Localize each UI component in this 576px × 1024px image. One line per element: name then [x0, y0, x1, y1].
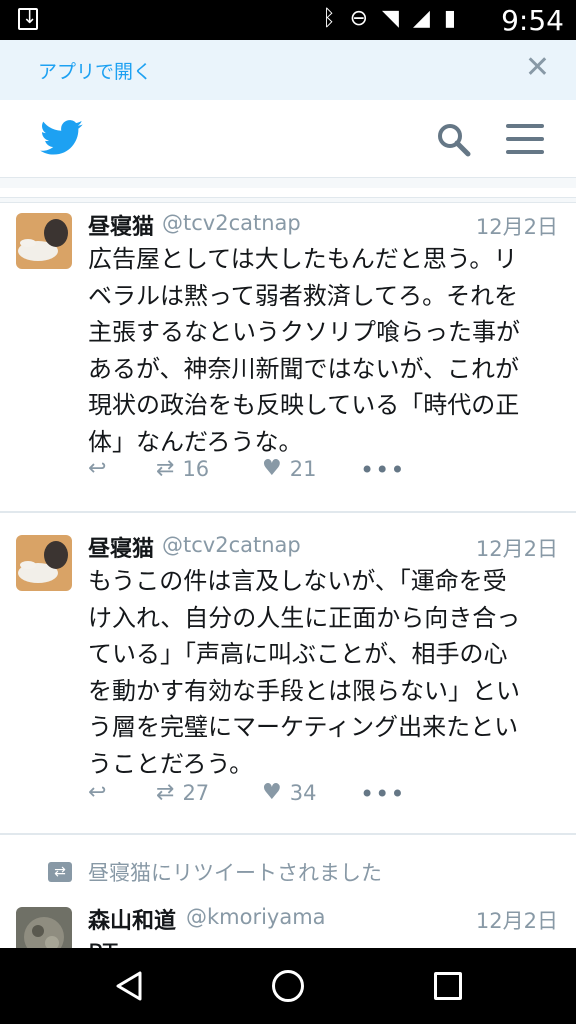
tweet-date[interactable]: 12月2日: [476, 905, 558, 935]
reply-icon: ↩: [88, 456, 107, 481]
tweet-card[interactable]: 昼寝猫 @tcv2catnap 12月2日 もうこの件は言及しないが、「運命を受…: [0, 512, 576, 834]
more-options-icon[interactable]: •••: [360, 456, 405, 484]
reply-button[interactable]: ↩: [88, 456, 114, 481]
tweet-text: もうこの件は言及しないが、「運命を受 け入れ、自分の人生に正面から向き合っ てい…: [88, 563, 558, 782]
retweet-count: 16: [182, 456, 210, 481]
tweet-text-line: あるが、神奈川新聞ではないが、これが: [88, 354, 520, 383]
like-count: 21: [289, 456, 317, 481]
retweet-button[interactable]: ⇄ 16: [156, 456, 209, 481]
open-in-app-link[interactable]: アプリで開く: [38, 57, 152, 84]
clock: 9:54: [501, 4, 564, 37]
tweet-text-line: 現状の政治をも反映している「時代の正: [88, 391, 520, 419]
tweet-text-line: RT: [88, 935, 558, 948]
like-button[interactable]: ♥ 21: [262, 456, 316, 481]
search-icon[interactable]: [436, 122, 472, 158]
tweet-actions: ↩ ⇄ 16 ♥ 21 •••: [88, 456, 488, 486]
like-count: 34: [289, 780, 317, 805]
back-icon[interactable]: [114, 970, 144, 1002]
tweet-text-line: ベラルは黙って弱者救済してろ。それを: [88, 281, 519, 310]
heart-icon: ♥: [262, 456, 282, 481]
close-icon[interactable]: ✕: [525, 53, 550, 83]
battery-icon: ▮: [443, 6, 456, 31]
tweet-text-line: け入れ、自分の人生に正面から向き合っ: [88, 603, 521, 632]
tweet-card-partial: [0, 188, 576, 198]
avatar[interactable]: [16, 213, 72, 269]
tweet-text-line: 広告屋としては大したもんだと思う。リ: [88, 245, 518, 273]
retweet-icon: ⇄: [156, 780, 175, 805]
author-handle[interactable]: @tcv2catnap: [162, 211, 301, 235]
status-bar: ᛒ ⊖ ◥ ◢ ▮ 9:54: [0, 0, 576, 40]
system-navigation-bar: [0, 948, 576, 1024]
timeline: 昼寝猫 @tcv2catnap 12月2日 広告屋としては大したもんだと思う。リ…: [0, 188, 576, 948]
like-button[interactable]: ♥ 34: [262, 780, 316, 805]
retweet-button[interactable]: ⇄ 27: [156, 780, 209, 805]
twitter-bird-icon[interactable]: [40, 120, 84, 156]
author-handle[interactable]: @kmoriyama: [186, 905, 326, 929]
tweet-text-line: う層を完璧にマーケティング出来たとい: [88, 713, 519, 741]
tweet-text-line: 主張するなというクソリプ喰らった事が: [88, 318, 520, 346]
menu-icon[interactable]: [506, 124, 544, 154]
header-bar: [0, 100, 576, 178]
tweet-text-line: を動かす有効な手段とは限らない」とい: [88, 676, 520, 705]
tweet-text-line: ている」「声高に叫ぶことが、相手の心: [88, 640, 508, 668]
tweet-card[interactable]: ⇄ 昼寝猫にリツイートされました 森山和道 @kmoriyama 12月2日 R…: [0, 834, 576, 948]
tweet-text: RT: [88, 935, 558, 948]
heart-icon: ♥: [262, 780, 282, 805]
recent-apps-icon[interactable]: [434, 972, 462, 1000]
author-name[interactable]: 森山和道: [88, 903, 176, 935]
tweet-actions: ↩ ⇄ 27 ♥ 34 •••: [88, 780, 488, 810]
author-name[interactable]: 昼寝猫: [88, 531, 154, 563]
avatar[interactable]: [16, 535, 72, 591]
signal-icon: ◢: [412, 6, 430, 31]
home-icon[interactable]: [272, 970, 304, 1002]
reply-button[interactable]: ↩: [88, 780, 114, 805]
tweet-text-line: 体」なんだろうな。: [88, 427, 303, 456]
retweet-count: 27: [182, 780, 210, 805]
download-icon: [18, 7, 38, 30]
more-options-icon[interactable]: •••: [360, 780, 405, 808]
bluetooth-icon: ᛒ: [322, 6, 336, 31]
author-name[interactable]: 昼寝猫: [88, 209, 154, 241]
tweet-date[interactable]: 12月2日: [476, 211, 558, 241]
retweet-context: ⇄ 昼寝猫にリツイートされました: [48, 857, 382, 887]
tweet-text-line: もうこの件は言及しないが、「運命を受: [88, 567, 507, 595]
reply-icon: ↩: [88, 780, 107, 805]
open-in-app-banner: アプリで開く ✕: [0, 40, 576, 100]
tweet-card[interactable]: 昼寝猫 @tcv2catnap 12月2日 広告屋としては大したもんだと思う。リ…: [0, 202, 576, 512]
author-handle[interactable]: @tcv2catnap: [162, 533, 301, 557]
tweet-text: 広告屋としては大したもんだと思う。リ ベラルは黙って弱者救済してろ。それを 主張…: [88, 241, 558, 460]
tweet-text-line: うことだろう。: [88, 749, 254, 778]
retweeted-by-label: 昼寝猫にリツイートされました: [88, 861, 382, 885]
retweet-icon: ⇄: [156, 456, 175, 481]
do-not-disturb-icon: ⊖: [349, 6, 369, 31]
retweet-icon: ⇄: [48, 862, 72, 882]
wifi-icon: ◥: [382, 6, 399, 31]
avatar[interactable]: [16, 907, 72, 948]
tweet-date[interactable]: 12月2日: [476, 533, 558, 563]
